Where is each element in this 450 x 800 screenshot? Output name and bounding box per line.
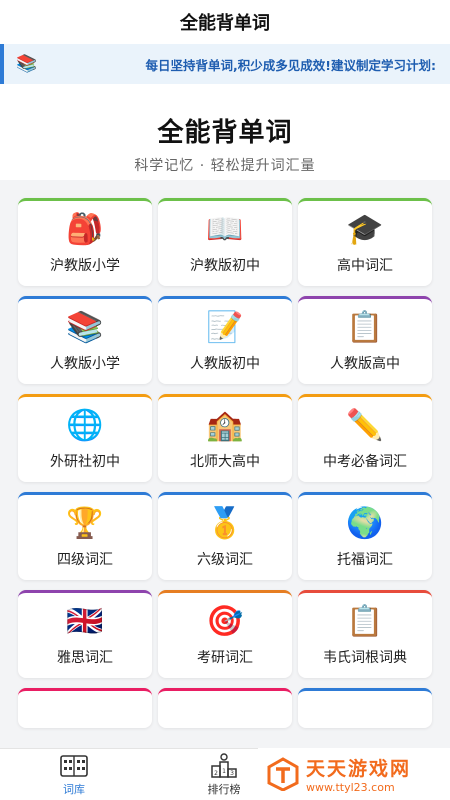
wordbook-card[interactable]: 📋 韦氏词根词典 (298, 590, 432, 678)
wordbook-grid-container: 🎒 沪教版小学 📖 沪教版初中 🎓 高中词汇 📚 人教版小学 📝 人教版初中 📋 人教版高中 🌐 外研社初… (0, 180, 450, 748)
wordbook-label: 高中词汇 (337, 258, 393, 274)
wordbook-label: 雅思词汇 (57, 650, 113, 666)
notice-banner: 📚 每日坚持背单词,积少成多见成效!建议制定学习计划: (0, 44, 450, 84)
wordbook-icon: 🏆 (66, 506, 104, 541)
wordbook-icon: 🌍 (346, 506, 384, 541)
wordbook-card[interactable]: 🎓 高中词汇 (298, 198, 432, 286)
wordbook-icon: 📋 (346, 604, 384, 639)
wordbook-icon: 📖 (206, 212, 244, 247)
wordbook-card[interactable]: ✏️ 中考必备词汇 (298, 394, 432, 482)
wordbook-label: 外研社初中 (50, 454, 120, 470)
hero-section: 全能背单词 科学记忆 · 轻松提升词汇量 (0, 84, 450, 180)
svg-text:1: 1 (222, 768, 226, 775)
watermark-title: 天天游戏网 (306, 758, 412, 780)
leaderboard-icon: 1 2 3 (194, 753, 254, 779)
wordbook-icon: 🎯 (206, 604, 244, 639)
app-header: 全能背单词 (0, 0, 450, 44)
wordbook-grid: 🎒 沪教版小学 📖 沪教版初中 🎓 高中词汇 📚 人教版小学 📝 人教版初中 📋 人教版高中 🌐 外研社初… (18, 198, 432, 728)
wordbook-card[interactable]: 📚 人教版小学 (18, 296, 152, 384)
wordbook-card[interactable]: 📋 人教版高中 (298, 296, 432, 384)
wordbook-card[interactable] (18, 688, 152, 728)
wordbook-icon: 🎒 (66, 212, 104, 247)
wordbook-card[interactable]: 🇬🇧 雅思词汇 (18, 590, 152, 678)
wordbook-card[interactable]: 🏫 北师大高中 (158, 394, 292, 482)
wordbook-label: 托福词汇 (337, 552, 393, 568)
notice-text: 每日坚持背单词,积少成多见成效!建议制定学习计划: (145, 57, 436, 73)
svg-text:3: 3 (230, 770, 234, 777)
wordbook-icon: 🎓 (346, 212, 384, 247)
vocabulary-icon (44, 753, 104, 779)
wordbook-icon: 🌐 (66, 408, 104, 443)
watermark: 天天游戏网 www.ttyl23.com (258, 748, 450, 800)
wordbook-icon: ✏️ (346, 408, 384, 443)
hero-subtitle: 科学记忆 · 轻松提升词汇量 (134, 158, 316, 174)
wordbook-label: 人教版小学 (50, 356, 120, 372)
wordbook-icon: 🇬🇧 (66, 604, 104, 639)
wordbook-label: 人教版初中 (190, 356, 260, 372)
wordbook-label: 沪教版初中 (190, 258, 260, 274)
wordbook-card[interactable]: 🎯 考研词汇 (158, 590, 292, 678)
tab-vocabulary[interactable]: 词库 (44, 753, 104, 799)
wordbook-card[interactable]: 🥇 六级词汇 (158, 492, 292, 580)
site-logo-icon (267, 757, 299, 791)
wordbook-label: 四级词汇 (57, 552, 113, 568)
wordbook-label: 北师大高中 (190, 454, 260, 470)
wordbook-card[interactable]: 🌐 外研社初中 (18, 394, 152, 482)
wordbook-card[interactable] (158, 688, 292, 728)
wordbook-card[interactable]: 🎒 沪教版小学 (18, 198, 152, 286)
svg-text:2: 2 (214, 770, 218, 777)
wordbook-card[interactable]: 📖 沪教版初中 (158, 198, 292, 286)
wordbook-card[interactable]: 🌍 托福词汇 (298, 492, 432, 580)
wordbook-card[interactable]: 🏆 四级词汇 (18, 492, 152, 580)
wordbook-card[interactable] (298, 688, 432, 728)
wordbook-label: 韦氏词根词典 (323, 650, 407, 666)
app-title: 全能背单词 (180, 13, 270, 34)
watermark-url: www.ttyl23.com (306, 781, 395, 794)
wordbook-icon: 🥇 (206, 506, 244, 541)
wordbook-icon: 📋 (346, 310, 384, 345)
wordbook-icon: 📚 (66, 310, 104, 345)
tab-vocabulary-label: 词库 (63, 783, 85, 796)
wordbook-icon: 📝 (206, 310, 244, 345)
wordbook-label: 六级词汇 (197, 552, 253, 568)
books-icon: 📚 (16, 54, 38, 74)
tab-leaderboard-label: 排行榜 (207, 783, 241, 796)
wordbook-icon: 🏫 (206, 408, 244, 443)
hero-title: 全能背单词 (157, 118, 293, 148)
wordbook-label: 考研词汇 (197, 650, 253, 666)
wordbook-card[interactable]: 📝 人教版初中 (158, 296, 292, 384)
tab-leaderboard[interactable]: 1 2 3 排行榜 (194, 753, 254, 799)
wordbook-label: 中考必备词汇 (323, 454, 407, 470)
wordbook-label: 人教版高中 (330, 356, 400, 372)
wordbook-label: 沪教版小学 (50, 258, 120, 274)
